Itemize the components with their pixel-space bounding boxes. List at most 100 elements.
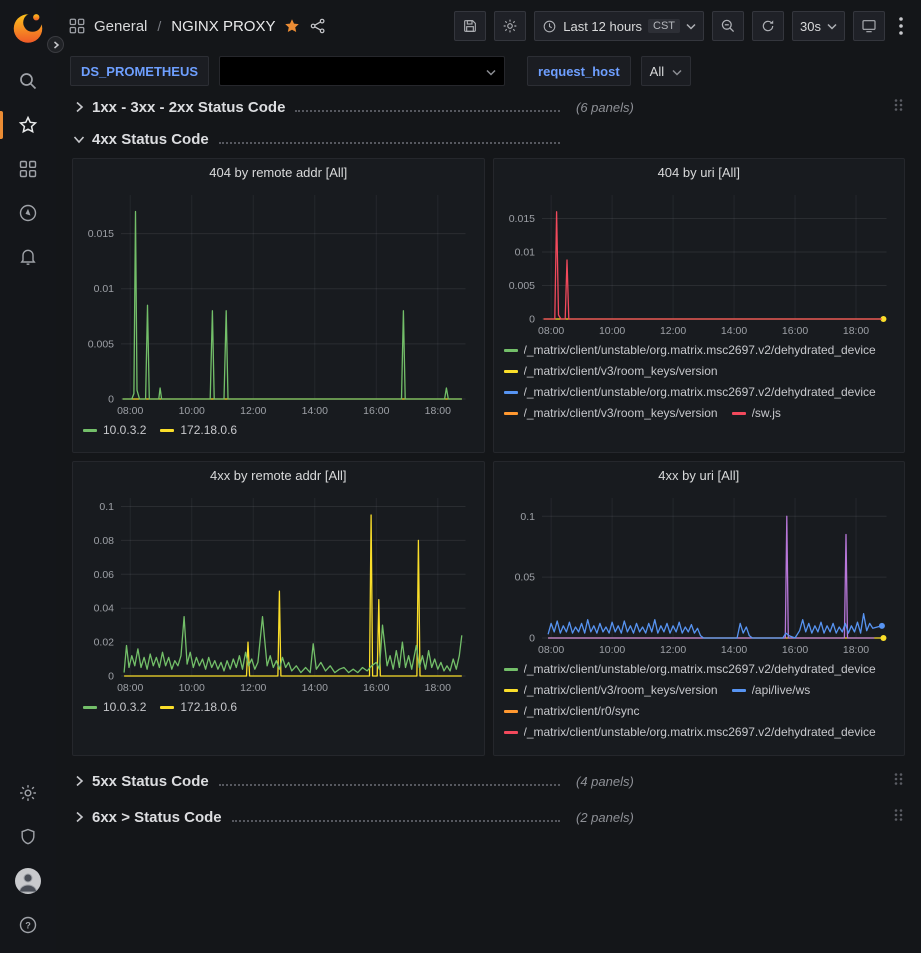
legend-item[interactable]: /_matrix/client/r0/sync [504,703,640,719]
share-icon[interactable] [309,17,327,35]
sidebar-item-starred[interactable] [0,103,56,147]
legend-item[interactable]: /_matrix/client/unstable/org.matrix.msc2… [504,384,876,400]
panel-404-by-remote-addr: 404 by remote addr [All] 08:0010:0012:00… [72,158,485,453]
chevron-right-icon [52,41,60,49]
sidebar-item-help[interactable]: ? [0,903,56,947]
legend-item[interactable]: /_matrix/client/unstable/org.matrix.msc2… [504,661,876,677]
tv-mode-button[interactable] [853,11,885,41]
legend-item[interactable]: 10.0.3.2 [83,422,146,438]
row-drag-handle[interactable] [891,770,905,793]
row-panel-count: (6 panels) [576,100,634,115]
row-drag-handle[interactable] [891,96,905,119]
timeseries-chart[interactable]: 08:0010:0012:0014:0016:0018:0000.0050.01… [500,187,899,339]
variable-label-request-host[interactable]: request_host [527,56,631,86]
zoom-out-icon [720,18,736,34]
page-title[interactable]: NGINX PROXY [171,18,275,35]
svg-text:0.005: 0.005 [508,280,534,292]
legend-item[interactable]: /api/live/ws [732,682,811,698]
timeseries-chart[interactable]: 08:0010:0012:0014:0016:0018:0000.020.040… [79,490,478,696]
sidebar-item-explore[interactable] [0,191,56,235]
legend-item[interactable]: 10.0.3.2 [83,699,146,715]
legend-item[interactable]: /_matrix/client/v3/room_keys/version [504,405,718,421]
sidebar-item-profile[interactable] [0,859,56,903]
search-icon [18,71,38,91]
svg-text:0.1: 0.1 [520,511,535,523]
svg-text:18:00: 18:00 [425,405,451,417]
request-host-value: All [650,64,664,79]
dashboard-settings-button[interactable] [494,11,526,41]
sidebar-item-search[interactable] [0,59,56,103]
legend-item[interactable]: 172.18.0.6 [160,422,237,438]
svg-text:10:00: 10:00 [598,325,624,337]
svg-text:0.1: 0.1 [99,501,114,513]
dotted-leader [219,784,560,786]
sidebar-expand-button[interactable] [47,36,64,53]
legend-item[interactable]: /_matrix/client/v3/room_keys/version [504,363,718,379]
grafana-logo[interactable] [10,9,46,45]
refresh-button[interactable] [752,11,784,41]
chart-legend: /_matrix/client/unstable/org.matrix.msc2… [494,658,905,740]
time-range-label: Last 12 hours [563,19,642,34]
legend-label: /_matrix/client/v3/room_keys/version [524,364,718,378]
legend-item[interactable]: /_matrix/client/unstable/org.matrix.msc2… [504,724,876,740]
legend-color-marker [504,391,518,394]
time-range-picker[interactable]: Last 12 hours CST [534,11,704,41]
refresh-interval-dropdown[interactable]: 30s [792,11,845,41]
breadcrumb-separator: / [157,18,161,34]
chevron-down-icon [827,23,837,30]
timeseries-chart[interactable]: 08:0010:0012:0014:0016:0018:0000.050.1 [500,490,899,658]
legend-item[interactable]: /_matrix/client/v3/room_keys/version [504,682,718,698]
legend-item[interactable]: /sw.js [732,405,781,421]
save-dashboard-button[interactable] [454,11,486,41]
legend-label: /_matrix/client/v3/room_keys/version [524,683,718,697]
sidebar-item-dashboards[interactable] [0,147,56,191]
apps-icon [68,17,86,35]
breadcrumb-section[interactable]: General [94,18,147,35]
more-options-button[interactable] [893,11,909,41]
favorite-star-icon[interactable] [283,17,301,35]
svg-text:?: ? [25,920,31,930]
compass-icon [18,203,38,223]
svg-text:18:00: 18:00 [425,682,451,694]
panel-4xx-by-uri: 4xx by uri [All] 08:0010:0012:0014:0016:… [493,461,906,756]
sidebar-item-settings[interactable] [0,771,56,815]
row-drag-handle[interactable] [891,806,905,829]
legend-item[interactable]: 172.18.0.6 [160,699,237,715]
row-panel-count: (2 panels) [576,810,634,825]
panel-title[interactable]: 4xx by uri [All] [494,462,905,490]
svg-text:0.05: 0.05 [514,572,535,584]
help-circle-icon: ? [18,915,38,935]
svg-text:08:00: 08:00 [538,325,564,337]
timeseries-chart[interactable]: 08:0010:0012:0014:0016:0018:0000.0050.01… [79,187,478,419]
svg-text:14:00: 14:00 [302,405,328,417]
svg-text:10:00: 10:00 [179,682,205,694]
legend-color-marker [732,412,746,415]
svg-text:0: 0 [529,314,535,326]
row-header-6xx[interactable]: 6xx > Status Code (2 panels) [72,804,905,830]
variable-label-ds-prometheus[interactable]: DS_PROMETHEUS [70,56,209,86]
chevron-right-icon [72,811,86,823]
legend-item[interactable]: /_matrix/client/unstable/org.matrix.msc2… [504,342,876,358]
legend-color-marker [504,689,518,692]
legend-label: 10.0.3.2 [103,700,146,714]
sidebar-item-server-admin[interactable] [0,815,56,859]
row-header-4xx[interactable]: 4xx Status Code [72,126,905,152]
row-header-5xx[interactable]: 5xx Status Code (4 panels) [72,768,905,794]
chart-legend: /_matrix/client/unstable/org.matrix.msc2… [494,339,905,421]
drag-dots-icon [893,98,903,112]
clock-icon [542,19,557,34]
svg-text:12:00: 12:00 [659,325,685,337]
zoom-out-button[interactable] [712,11,744,41]
legend-label: 172.18.0.6 [180,700,237,714]
datasource-value-dropdown[interactable] [219,56,505,86]
sidebar-item-alerting[interactable] [0,235,56,279]
svg-text:14:00: 14:00 [302,682,328,694]
panel-title[interactable]: 404 by remote addr [All] [73,159,484,187]
request-host-dropdown[interactable]: All [641,56,691,86]
person-icon [15,868,41,894]
chevron-right-icon [72,101,86,113]
panel-title[interactable]: 404 by uri [All] [494,159,905,187]
row-header-1xx-3xx-2xx[interactable]: 1xx - 3xx - 2xx Status Code (6 panels) [72,94,905,120]
svg-text:14:00: 14:00 [720,644,746,656]
panel-title[interactable]: 4xx by remote addr [All] [73,462,484,490]
